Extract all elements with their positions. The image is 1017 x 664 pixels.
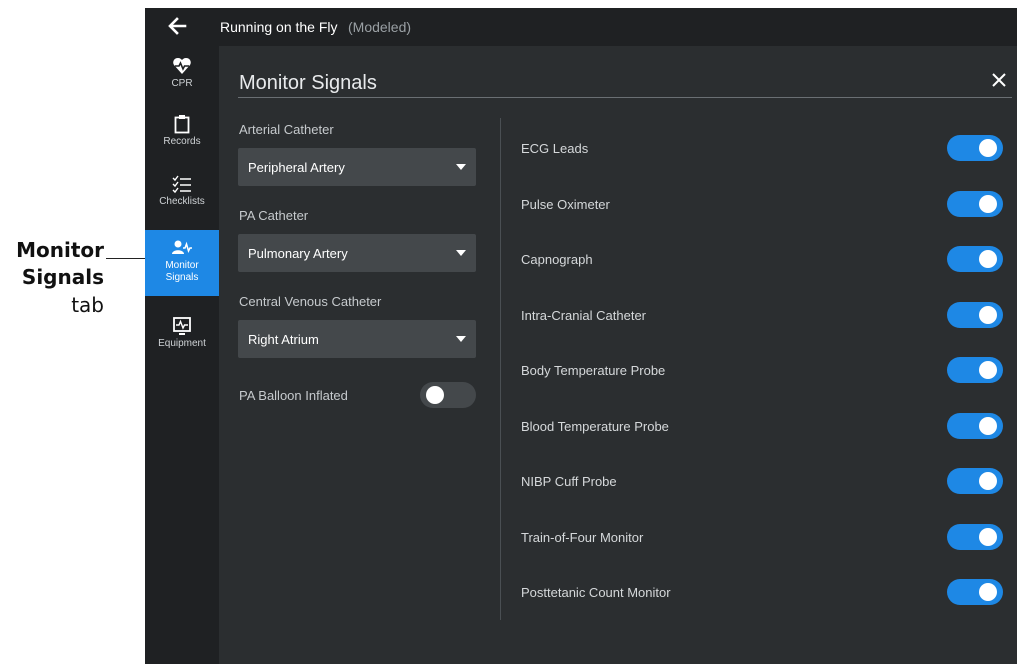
sidebar-item-label: Monitor: [165, 260, 199, 271]
signal-row: Intra-Cranial Catheter: [521, 301, 1005, 329]
toggle-knob: [979, 139, 997, 157]
signal-row: ECG Leads: [521, 134, 1005, 162]
sidebar: CPR Records Checklists Monitor Signals E…: [145, 46, 219, 664]
toggle-knob: [979, 472, 997, 490]
signal-toggle[interactable]: [947, 412, 1003, 439]
select-value: Right Atrium: [248, 332, 319, 347]
signal-label: Pulse Oximeter: [521, 196, 610, 212]
signal-row: Posttetanic Count Monitor: [521, 578, 1005, 606]
person-pulse-icon: [172, 238, 192, 258]
pa-balloon-label: PA Balloon Inflated: [239, 388, 348, 403]
sidebar-item-cpr[interactable]: CPR: [145, 48, 219, 106]
sidebar-item-label: Signals: [165, 272, 199, 283]
signal-label: Blood Temperature Probe: [521, 418, 669, 434]
signal-toggle[interactable]: [947, 523, 1003, 550]
signal-toggle[interactable]: [947, 357, 1003, 383]
toggle-knob: [426, 386, 444, 404]
sidebar-item-equipment[interactable]: Equipment: [145, 308, 219, 366]
arterial-catheter-select[interactable]: Peripheral Artery: [238, 148, 476, 186]
toggle-knob: [979, 583, 997, 601]
signal-label: Body Temperature Probe: [521, 363, 666, 378]
dropdown-caret-icon: [456, 336, 466, 342]
sidebar-item-label: Checklists: [159, 196, 205, 207]
toggle-knob: [979, 361, 997, 379]
toggle-knob: [979, 527, 997, 546]
signal-row: NIBP Cuff Probe: [521, 467, 1005, 495]
sidebar-item-monitor-signals[interactable]: Monitor Signals: [145, 230, 219, 296]
signal-label: NIBP Cuff Probe: [521, 474, 617, 489]
central-venous-catheter-select[interactable]: Right Atrium: [238, 320, 476, 358]
callout-line1: Monitor: [16, 238, 104, 262]
column-divider: [500, 118, 501, 620]
signal-row: Pulse Oximeter: [521, 190, 1005, 218]
signal-label: Train-of-Four Monitor: [521, 529, 644, 545]
toggle-knob: [979, 194, 997, 213]
heart-pulse-icon: [172, 56, 192, 76]
signal-row: Capnograph: [521, 245, 1005, 273]
callout-leader-line: [106, 258, 146, 259]
callout-line2: Signals: [21, 265, 104, 289]
top-bar: Running on the Fly (Modeled): [145, 8, 1017, 46]
signal-toggle[interactable]: [947, 301, 1003, 328]
select-value: Peripheral Artery: [248, 160, 345, 175]
central-venous-catheter-label: Central Venous Catheter: [239, 294, 382, 309]
sidebar-item-records[interactable]: Records: [145, 106, 219, 164]
pa-balloon-toggle[interactable]: [420, 382, 476, 408]
back-arrow-icon[interactable]: [167, 15, 187, 41]
scenario-subtitle: (Modeled): [348, 19, 412, 35]
callout-line3: tab: [71, 293, 104, 317]
toggle-knob: [979, 305, 997, 324]
app-window: Running on the Fly (Modeled) CPR Records…: [145, 8, 1017, 664]
panel-title: Monitor Signals: [239, 72, 377, 94]
dropdown-caret-icon: [456, 164, 466, 170]
toggle-knob: [979, 250, 997, 268]
signal-toggle[interactable]: [947, 190, 1003, 217]
signal-toggle[interactable]: [947, 468, 1003, 494]
signal-label: Posttetanic Count Monitor: [521, 585, 671, 600]
sidebar-item-label: CPR: [171, 78, 193, 89]
signal-row: Body Temperature Probe: [521, 356, 1005, 384]
pa-catheter-label: PA Catheter: [239, 208, 309, 223]
monitor-signals-panel: Monitor Signals Arterial Catheter Periph…: [219, 46, 1017, 664]
signal-toggle[interactable]: [947, 246, 1003, 272]
signal-toggle[interactable]: [947, 135, 1003, 161]
signal-label: ECG Leads: [521, 141, 589, 156]
signal-label: Capnograph: [521, 252, 593, 267]
sidebar-item-label: Equipment: [158, 338, 206, 349]
checklist-icon: [172, 174, 192, 194]
title-divider: [238, 97, 1012, 98]
signal-toggle[interactable]: [947, 579, 1003, 605]
dropdown-caret-icon: [456, 250, 466, 256]
close-icon[interactable]: [991, 68, 1007, 94]
arterial-catheter-label: Arterial Catheter: [239, 122, 334, 137]
pa-catheter-select[interactable]: Pulmonary Artery: [238, 234, 476, 272]
signal-row: Train-of-Four Monitor: [521, 523, 1005, 551]
select-value: Pulmonary Artery: [248, 246, 348, 261]
scenario-title: Running on the Fly: [220, 19, 338, 35]
signal-row: Blood Temperature Probe: [521, 412, 1005, 440]
clipboard-icon: [172, 114, 192, 134]
signal-label: Intra-Cranial Catheter: [521, 307, 646, 323]
monitor-icon: [172, 316, 192, 336]
sidebar-item-label: Records: [163, 136, 201, 147]
sidebar-item-checklists[interactable]: Checklists: [145, 166, 219, 224]
toggle-knob: [979, 416, 997, 435]
